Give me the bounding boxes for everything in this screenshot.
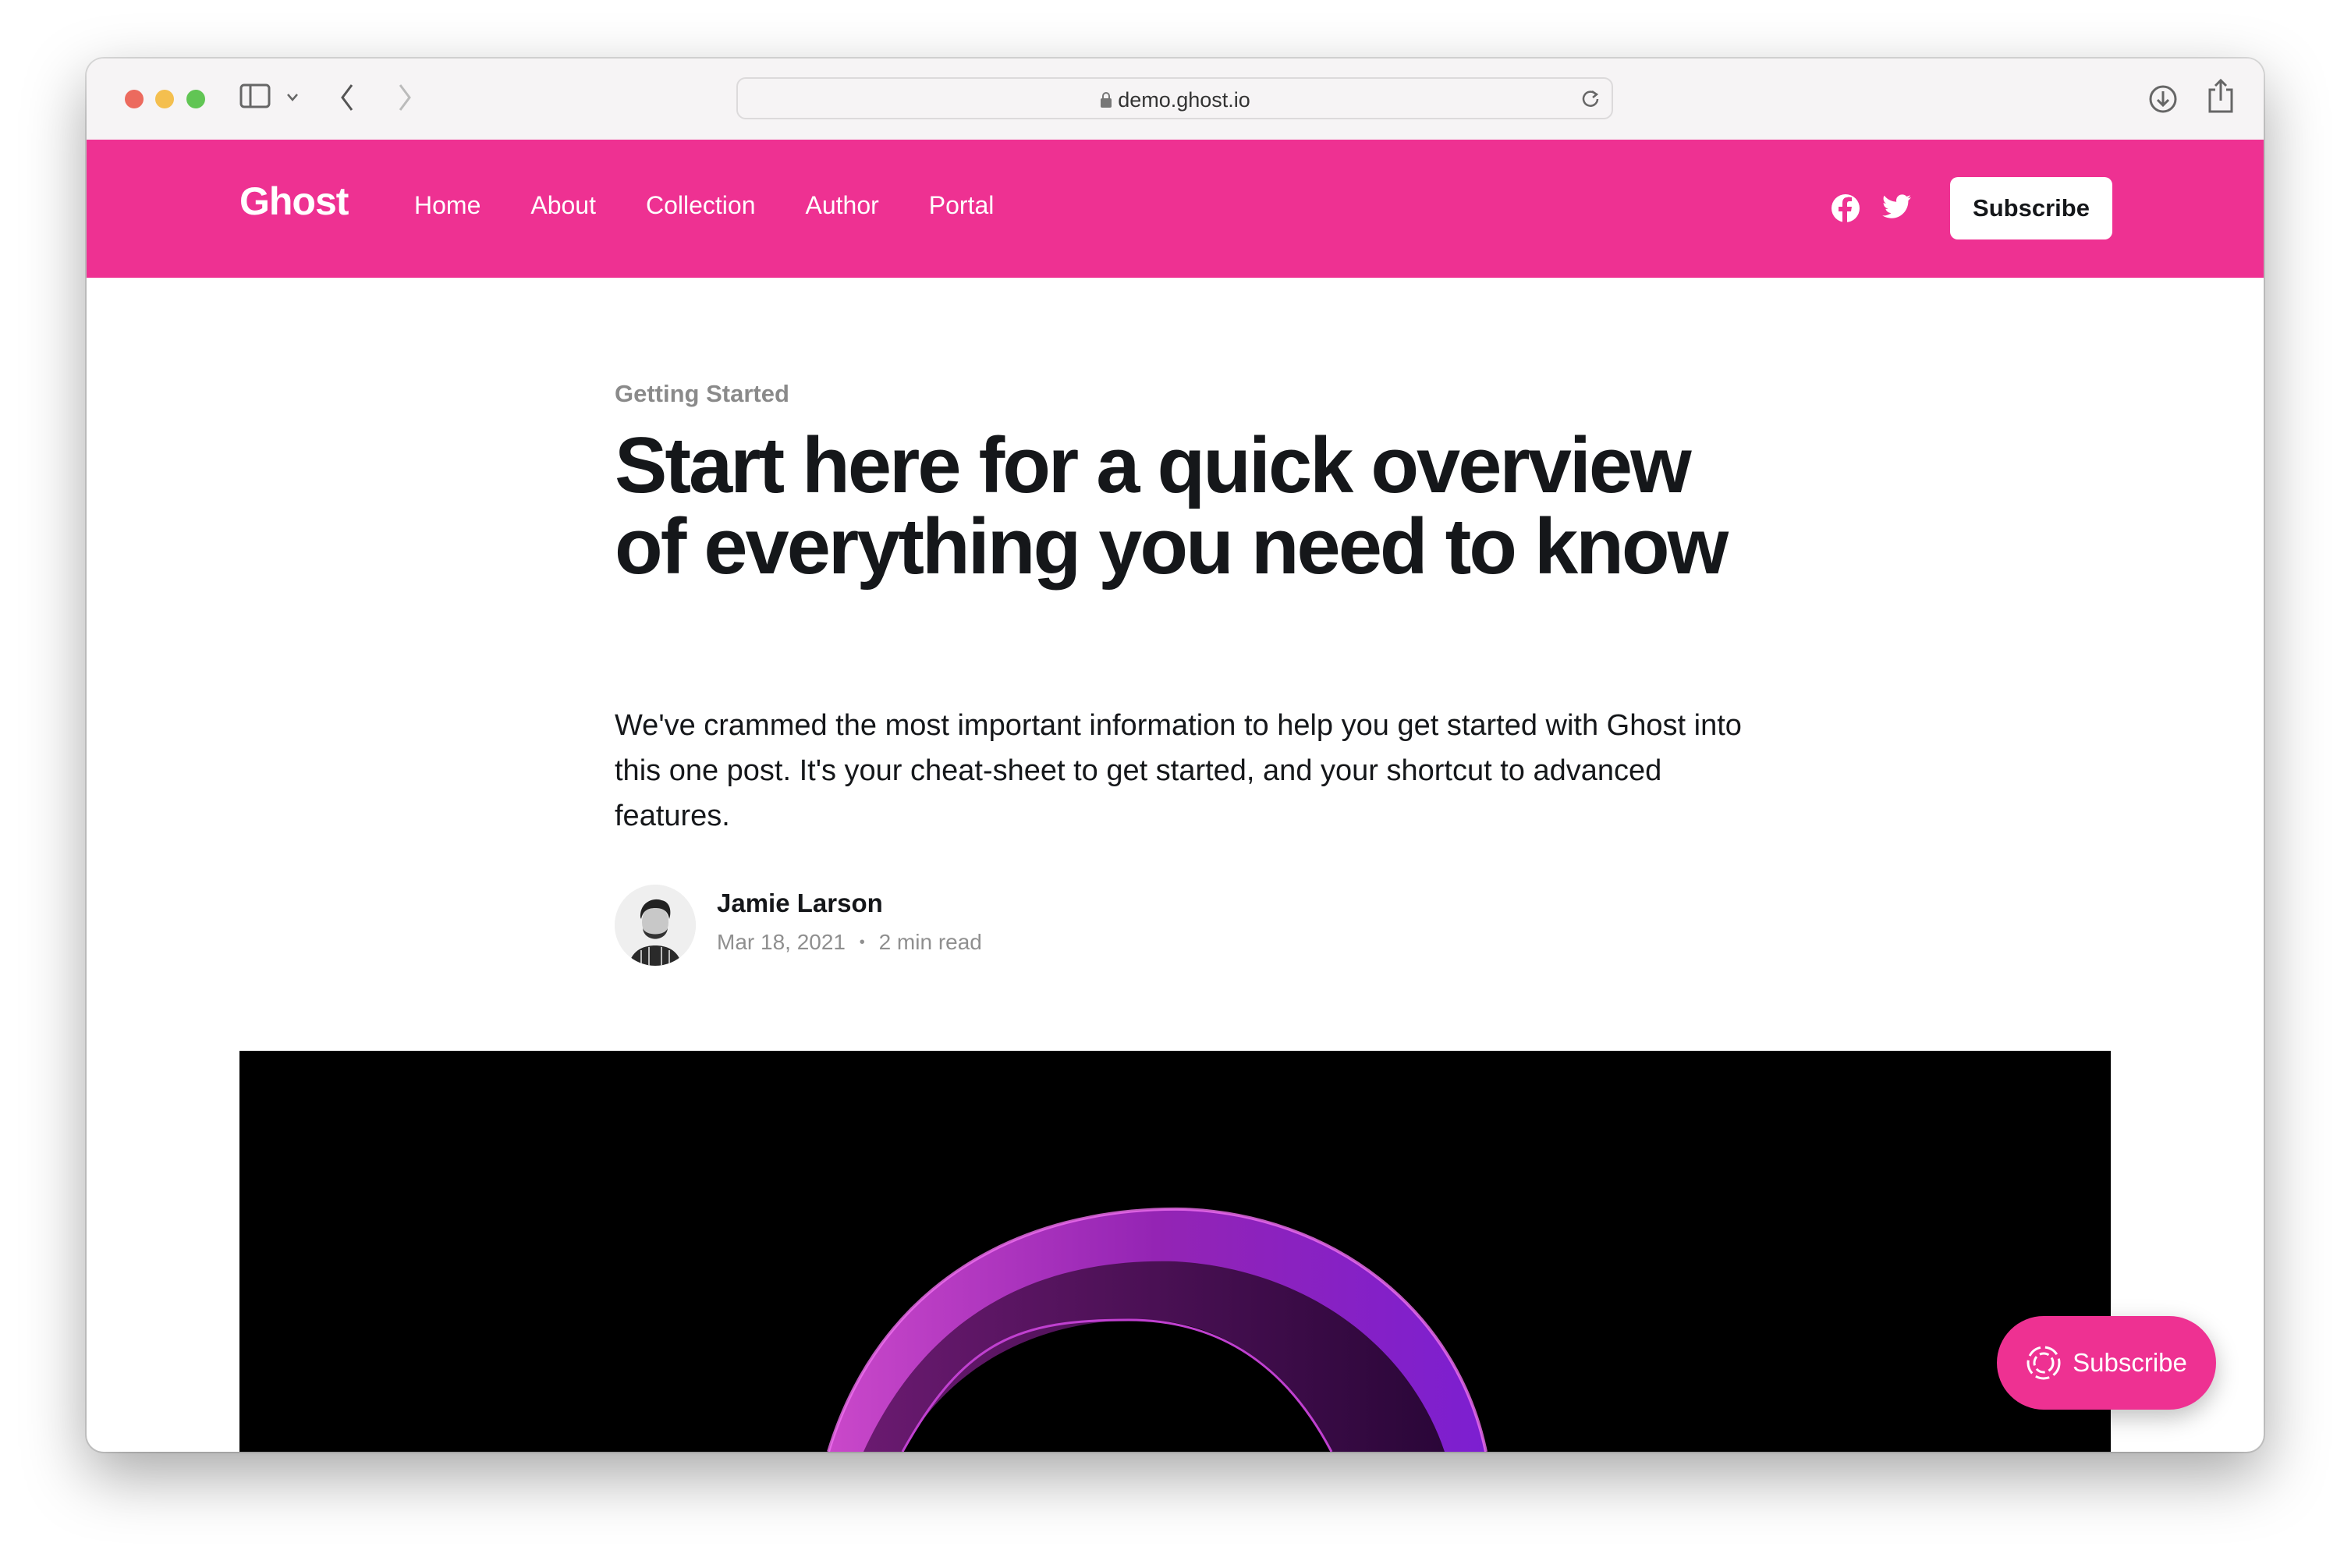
minimize-window-button[interactable] (155, 90, 174, 108)
share-icon[interactable] (2207, 77, 2235, 115)
post-date: Mar 18, 2021 (717, 930, 846, 954)
post-title: Start here for a quick overview of every… (615, 422, 1729, 591)
nav-collection[interactable]: Collection (646, 191, 756, 220)
read-time: 2 min read (878, 930, 982, 954)
author-name[interactable]: Jamie Larson (717, 889, 883, 918)
feature-image (239, 1051, 2111, 1452)
sidebar-icon[interactable] (239, 82, 271, 110)
author-avatar[interactable] (615, 885, 696, 966)
site-header: Ghost Home About Collection Author Porta… (87, 140, 2264, 278)
nav-about[interactable]: About (530, 191, 596, 220)
reload-icon[interactable] (1580, 88, 1601, 108)
forward-icon[interactable] (395, 82, 414, 113)
back-icon[interactable] (338, 82, 356, 113)
facebook-icon[interactable] (1830, 193, 1861, 224)
site-logo[interactable]: Ghost (239, 179, 349, 224)
close-window-button[interactable] (125, 90, 144, 108)
browser-window: demo.ghost.io Ghost Home About Collectio… (87, 59, 2264, 1452)
nav-portal[interactable]: Portal (929, 191, 995, 220)
portal-icon (2027, 1346, 2061, 1380)
chevron-down-icon[interactable] (286, 93, 299, 102)
address-bar[interactable]: demo.ghost.io (736, 77, 1613, 119)
download-icon[interactable] (2147, 83, 2179, 115)
post-meta: Mar 18, 2021 • 2 min read (717, 930, 982, 955)
meta-separator: • (859, 934, 865, 951)
url-text[interactable]: demo.ghost.io (738, 88, 1612, 112)
main-nav: Home About Collection Author Portal (414, 191, 994, 220)
browser-toolbar: demo.ghost.io (87, 59, 2264, 140)
url-label: demo.ghost.io (1118, 88, 1250, 112)
zoom-window-button[interactable] (186, 90, 205, 108)
twitter-icon[interactable] (1882, 194, 1912, 221)
author-photo (615, 885, 696, 966)
portal-subscribe-label: Subscribe (2073, 1348, 2187, 1377)
header-subscribe-button[interactable]: Subscribe (1950, 177, 2112, 239)
nav-author[interactable]: Author (806, 191, 879, 220)
nav-home[interactable]: Home (414, 191, 480, 220)
post-category[interactable]: Getting Started (615, 380, 789, 408)
portal-subscribe-button[interactable]: Subscribe (1997, 1316, 2216, 1410)
lock-icon (1101, 92, 1112, 108)
purple-arch-graphic (827, 1207, 1488, 1452)
post-excerpt: We've crammed the most important informa… (615, 709, 1742, 832)
